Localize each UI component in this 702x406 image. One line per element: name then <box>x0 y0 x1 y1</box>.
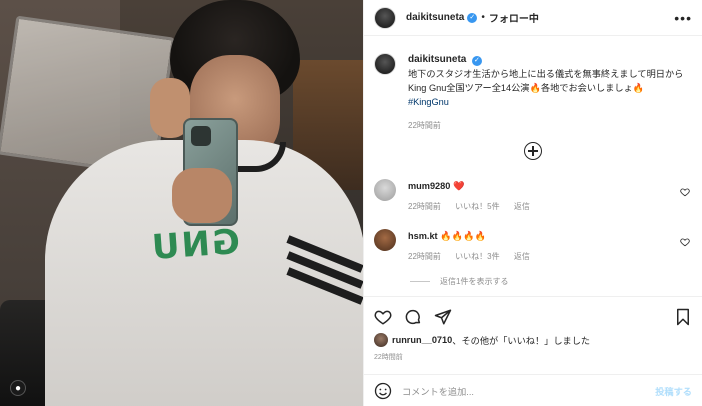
comment-time: 22時間前 <box>408 252 441 261</box>
load-more-comments-icon[interactable] <box>524 142 542 160</box>
more-options-icon[interactable]: ••• <box>674 10 692 26</box>
post-photo[interactable]: GNU ● <box>0 0 363 406</box>
camera-icon <box>191 126 211 146</box>
reply-button[interactable]: 返信 <box>514 202 530 211</box>
sweatshirt-logo: GNU <box>148 221 242 269</box>
caption-username[interactable]: daikitsuneta <box>408 54 466 65</box>
share-paper-plane-icon[interactable] <box>434 308 452 326</box>
heart-icon[interactable] <box>680 187 690 197</box>
view-replies-label: 返信1件を表示する <box>440 277 509 286</box>
reply-button[interactable]: 返信 <box>514 252 530 261</box>
hand <box>172 168 232 223</box>
comment-input[interactable]: コメントを追加... <box>402 384 474 398</box>
comment-bubble-icon[interactable] <box>404 308 422 326</box>
caption: daikitsuneta ✓ 地下のスタジオ生活から地上に出る儀式を無事終えまし… <box>374 52 690 133</box>
post-time[interactable]: 22時間前 <box>374 352 403 362</box>
hashtag-link[interactable]: #KingGnu <box>408 95 690 109</box>
post-header: daikitsuneta ✓ • フォロー中 ••• <box>364 0 702 36</box>
avatar[interactable] <box>374 333 388 347</box>
post-comment-button[interactable]: 投稿する <box>655 384 692 398</box>
post-panel: daikitsuneta ✓ • フォロー中 ••• daikitsuneta … <box>363 0 702 406</box>
avatar[interactable] <box>374 53 396 75</box>
comment-username[interactable]: hsm.kt <box>408 231 438 241</box>
avatar[interactable] <box>374 6 396 29</box>
action-bar <box>364 296 702 336</box>
caption-time[interactable]: 22時間前 <box>408 119 690 133</box>
comment-likes[interactable]: いいね！5件 <box>455 202 499 211</box>
comment-time: 22時間前 <box>408 202 441 211</box>
avatar[interactable] <box>374 179 396 201</box>
likes-text: 、その他が「いいね！」しました <box>452 336 591 346</box>
comment-likes[interactable]: いいね！3件 <box>455 252 499 261</box>
separator: • <box>481 12 485 23</box>
avatar[interactable] <box>374 229 396 251</box>
verified-badge-icon: ✓ <box>467 12 478 23</box>
verified-badge-icon: ✓ <box>471 56 482 66</box>
comment-text: ❤️ <box>452 181 465 191</box>
caption-text: 地下のスタジオ生活から地上に出る儀式を無事終えまして明日からKing Gnu全国… <box>408 69 684 93</box>
header-username[interactable]: daikitsuneta <box>406 12 464 23</box>
comment-body: hsm.kt 🔥🔥🔥🔥 22時間前 いいね！3件 返信 <box>408 229 680 262</box>
emoji-icon[interactable] <box>374 382 392 400</box>
comment-username[interactable]: mum9280 <box>408 181 450 191</box>
user-tag-icon[interactable]: ● <box>10 380 26 396</box>
heart-icon[interactable] <box>680 237 690 247</box>
caption-body: daikitsuneta ✓ 地下のスタジオ生活から地上に出る儀式を無事終えまし… <box>408 52 690 133</box>
bookmark-icon[interactable] <box>674 308 692 326</box>
add-comment-bar: コメントを追加... 投稿する <box>364 374 702 406</box>
view-replies-button[interactable]: 返信1件を表示する <box>410 276 508 287</box>
comment-body: mum9280 ❤️ 22時間前 いいね！5件 返信 <box>408 179 680 212</box>
divider <box>410 281 430 282</box>
likes-username[interactable]: runrun__0710 <box>392 335 452 345</box>
follow-button[interactable]: フォロー中 <box>489 10 539 25</box>
comment-item: hsm.kt 🔥🔥🔥🔥 22時間前 いいね！3件 返信 <box>374 229 690 262</box>
likes-summary: runrun__0710 、その他が「いいね！」しました <box>374 333 590 347</box>
like-heart-icon[interactable] <box>374 308 392 326</box>
comment-item: mum9280 ❤️ 22時間前 いいね！5件 返信 <box>374 179 690 212</box>
comment-text: 🔥🔥🔥🔥 <box>440 231 486 241</box>
